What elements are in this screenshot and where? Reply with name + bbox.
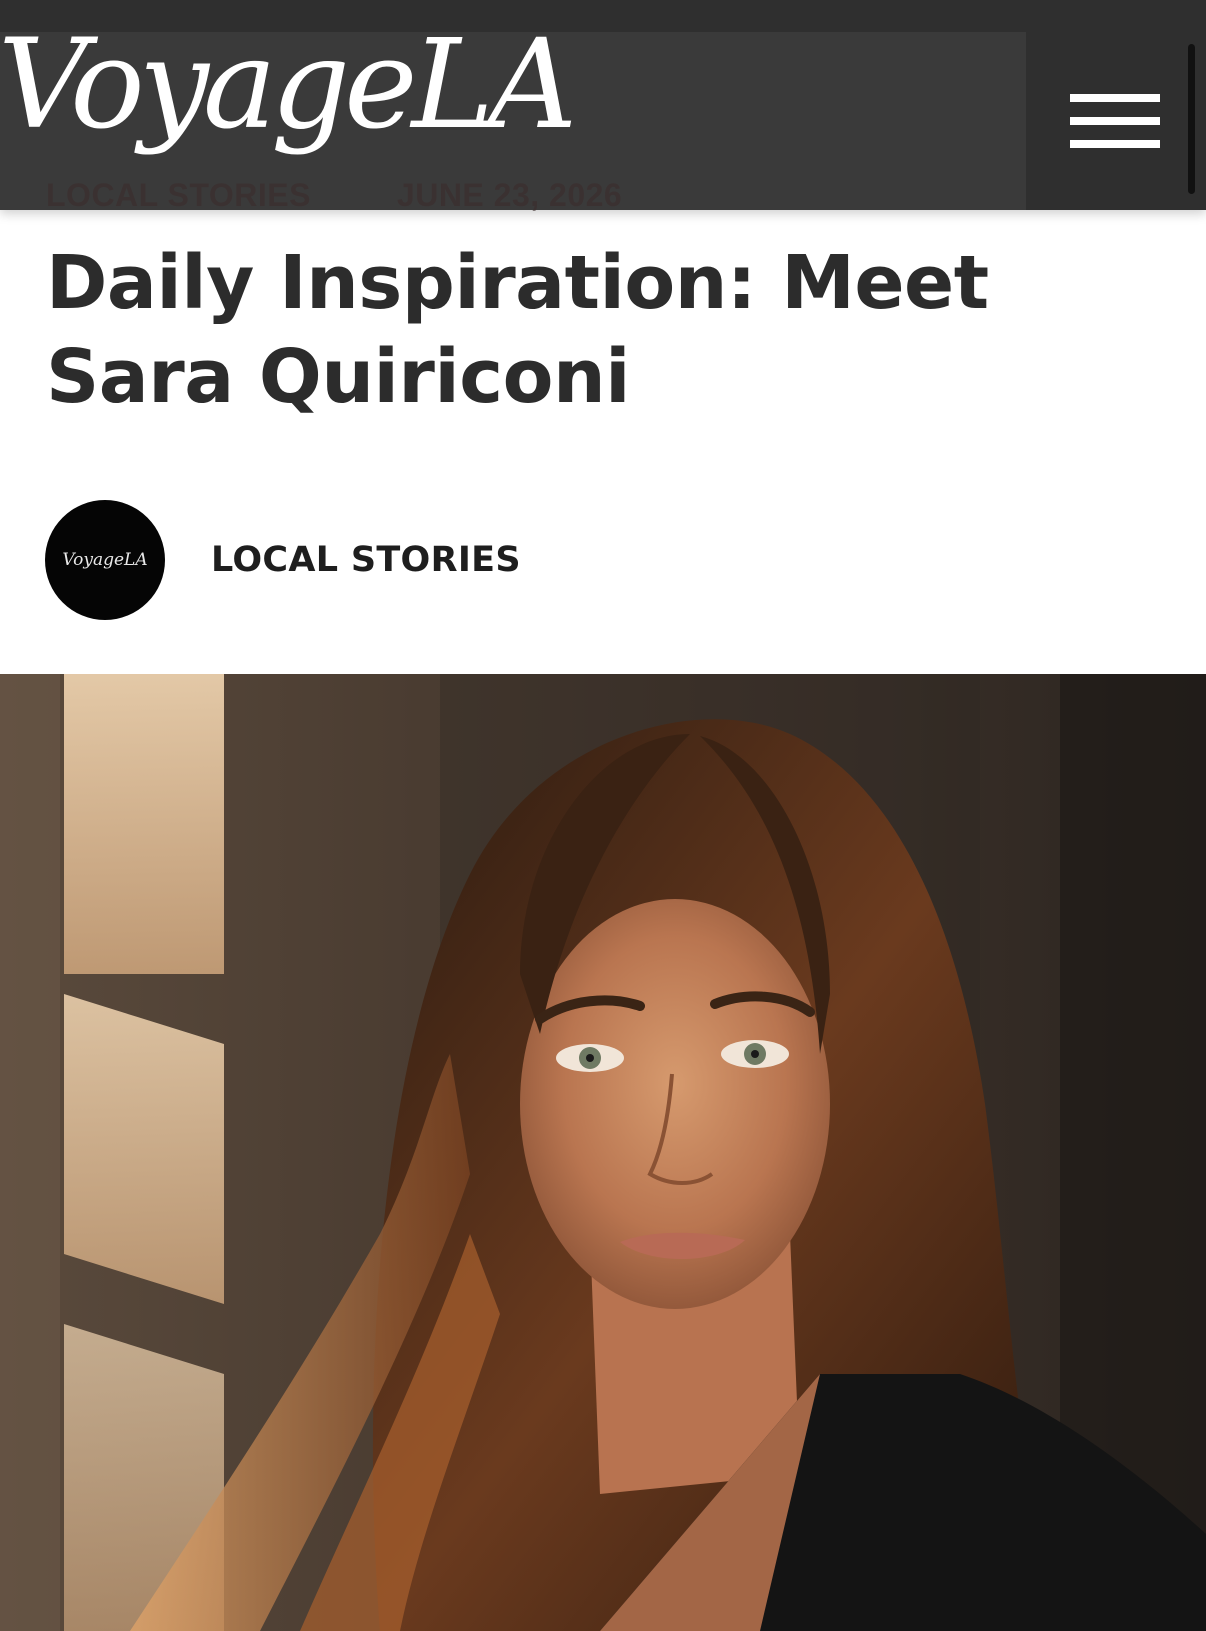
article-page: LOCAL STORIES JUNE 23, 2026 VoyageLA Dail… xyxy=(0,0,1206,1631)
avatar-logo-text: VoyageLA xyxy=(62,550,148,570)
category-link[interactable]: LOCAL STORIES xyxy=(211,540,521,580)
author-avatar[interactable]: VoyageLA xyxy=(45,500,165,620)
header-meta: LOCAL STORIES JUNE 23, 2026 xyxy=(46,177,708,214)
header-meta-category[interactable]: LOCAL STORIES xyxy=(46,177,311,213)
portrait-illustration xyxy=(0,674,1206,1631)
site-logo[interactable]: VoyageLA xyxy=(0,10,577,160)
article-title: Daily Inspiration: Meet Sara Quiriconi xyxy=(46,240,989,420)
scrollbar-thumb[interactable] xyxy=(1188,44,1195,194)
header-meta-date: JUNE 23, 2026 xyxy=(396,177,623,213)
hero-photo xyxy=(0,674,1206,1631)
site-header: LOCAL STORIES JUNE 23, 2026 VoyageLA xyxy=(0,0,1206,213)
menu-button[interactable] xyxy=(1064,86,1164,156)
